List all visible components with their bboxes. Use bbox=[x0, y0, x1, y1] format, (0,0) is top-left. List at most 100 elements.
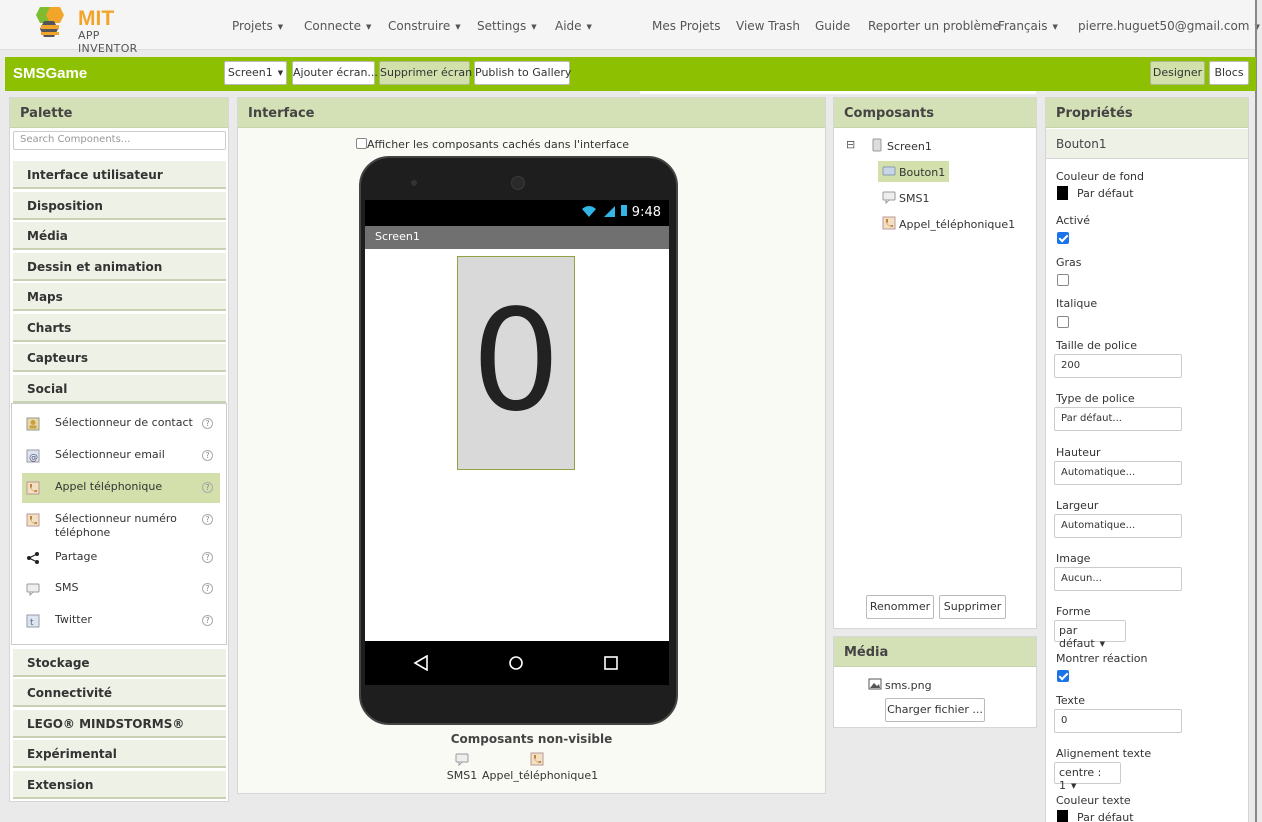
blocks-button[interactable]: Blocs bbox=[1209, 61, 1249, 85]
phone-call-icon bbox=[882, 216, 896, 230]
category-layout[interactable]: Disposition bbox=[13, 192, 226, 220]
prop-textcolor-picker[interactable]: Par défaut bbox=[1057, 810, 1207, 822]
help-icon[interactable]: ? bbox=[202, 514, 213, 525]
prop-enabled-checkbox[interactable] bbox=[1057, 232, 1069, 244]
prop-image-label: Image bbox=[1056, 552, 1091, 565]
category-lego-mindstorms[interactable]: LEGO® MINDSTORMS® bbox=[13, 710, 226, 738]
palette-item-email-picker[interactable]: @ Sélectionneur email ? bbox=[22, 441, 220, 471]
prop-image-input[interactable]: Aucun... bbox=[1054, 567, 1182, 591]
category-drawing-animation[interactable]: Dessin et animation bbox=[13, 253, 226, 281]
category-extension[interactable]: Extension bbox=[13, 771, 226, 799]
delete-button[interactable]: Supprimer bbox=[939, 595, 1006, 619]
tree-item-label: Bouton1 bbox=[899, 166, 946, 179]
publish-gallery-button[interactable]: Publish to Gallery bbox=[474, 61, 571, 85]
menu-projets[interactable]: Projets ▼ bbox=[232, 19, 283, 33]
prop-width-input[interactable]: Automatique... bbox=[1054, 514, 1182, 538]
screen-select-dropdown[interactable]: Screen1 ▼ bbox=[224, 61, 287, 85]
palette-item-contact-picker[interactable]: Sélectionneur de contact ? bbox=[22, 409, 220, 439]
prop-height-input[interactable]: Automatique... bbox=[1054, 461, 1182, 485]
prop-align-select[interactable]: centre : 1 ▼ bbox=[1054, 762, 1121, 792]
category-social[interactable]: Social bbox=[13, 375, 226, 403]
collapse-tree-icon[interactable]: ⊟ bbox=[846, 138, 855, 151]
remove-screen-button[interactable]: Supprimer écran bbox=[379, 61, 472, 85]
viewer-title: Interface bbox=[238, 98, 825, 128]
category-maps[interactable]: Maps bbox=[13, 283, 226, 311]
status-bar: 9:48 bbox=[365, 200, 669, 226]
tree-item-phonecall1[interactable]: Appel_téléphonique1 bbox=[882, 216, 1015, 231]
menu-label: Settings bbox=[477, 19, 527, 33]
link-view-trash[interactable]: View Trash bbox=[736, 19, 800, 33]
project-name: SMSGame bbox=[13, 65, 88, 82]
social-components-list: Sélectionneur de contact ? @ Sélectionne… bbox=[11, 403, 227, 645]
help-icon[interactable]: ? bbox=[202, 450, 213, 461]
nonvisible-sms1[interactable]: SMS1 bbox=[442, 752, 482, 782]
palette-item-sharing[interactable]: Partage ? bbox=[22, 543, 220, 573]
back-icon[interactable] bbox=[413, 655, 429, 671]
properties-panel: Propriétés Bouton1 Couleur de fond Par d… bbox=[1045, 97, 1249, 822]
category-connectivity[interactable]: Connectivité bbox=[13, 679, 226, 707]
prop-align-label: Alignement texte bbox=[1056, 747, 1152, 760]
prop-bgcolor-picker[interactable]: Par défaut bbox=[1057, 186, 1207, 202]
prop-textcolor-value: Par défaut bbox=[1077, 811, 1134, 822]
prop-fontsize-input[interactable]: 200 bbox=[1054, 354, 1182, 378]
prop-fonttype-input[interactable]: Par défaut... bbox=[1054, 407, 1182, 431]
link-mes-projets[interactable]: Mes Projets bbox=[652, 19, 721, 33]
tree-item-sms1[interactable]: SMS1 bbox=[882, 190, 929, 205]
recents-icon[interactable] bbox=[603, 655, 619, 671]
home-icon[interactable] bbox=[508, 655, 524, 671]
palette-item-twitter[interactable]: t Twitter ? bbox=[22, 606, 220, 636]
palette-item-sms[interactable]: SMS ? bbox=[22, 574, 220, 604]
nonvisible-phonecall1[interactable]: Appel_téléphonique1 bbox=[482, 752, 598, 782]
menu-construire[interactable]: Construire ▼ bbox=[388, 19, 461, 33]
category-media[interactable]: Média bbox=[13, 222, 226, 250]
upload-file-button[interactable]: Charger fichier ... bbox=[885, 698, 985, 722]
search-components-input[interactable]: Search Components... bbox=[13, 131, 226, 150]
menu-settings[interactable]: Settings ▼ bbox=[477, 19, 537, 33]
category-charts[interactable]: Charts bbox=[13, 314, 226, 342]
prop-align-value: centre : 1 bbox=[1059, 766, 1102, 792]
link-report-problem[interactable]: Reporter un problème bbox=[868, 19, 1000, 33]
prop-bgcolor-value: Par défaut bbox=[1077, 187, 1134, 200]
language-menu[interactable]: Français ▼ bbox=[998, 19, 1058, 33]
prop-shape-select[interactable]: par défaut ▼ bbox=[1054, 620, 1126, 650]
tree-item-bouton1[interactable]: Bouton1 bbox=[878, 161, 950, 182]
tree-item-label: Screen1 bbox=[887, 140, 932, 153]
caret-down-icon: ▼ bbox=[277, 69, 284, 77]
prop-italic-checkbox[interactable] bbox=[1057, 316, 1069, 328]
help-icon[interactable]: ? bbox=[202, 552, 213, 563]
prop-feedback-checkbox[interactable] bbox=[1057, 670, 1069, 682]
caret-down-icon: ▼ bbox=[366, 23, 372, 31]
prop-text-input[interactable]: 0 bbox=[1054, 709, 1182, 733]
android-nav-bar bbox=[365, 641, 669, 685]
add-screen-button[interactable]: Ajouter écran... bbox=[292, 61, 378, 85]
help-icon[interactable]: ? bbox=[202, 418, 213, 429]
category-user-interface[interactable]: Interface utilisateur bbox=[13, 161, 226, 189]
phone-call-icon bbox=[530, 752, 544, 766]
rename-button[interactable]: Renommer bbox=[866, 595, 934, 619]
media-title: Média bbox=[834, 637, 1036, 667]
prop-feedback-label: Montrer réaction bbox=[1056, 652, 1148, 665]
help-icon[interactable]: ? bbox=[202, 482, 213, 493]
tree-item-screen1[interactable]: Screen1 bbox=[870, 138, 932, 153]
show-hidden-checkbox[interactable] bbox=[356, 138, 367, 149]
user-account-menu[interactable]: pierre.huguet50@gmail.com ▼ bbox=[1078, 19, 1260, 33]
category-storage[interactable]: Stockage bbox=[13, 649, 226, 677]
help-icon[interactable]: ? bbox=[202, 583, 213, 594]
menu-aide[interactable]: Aide ▼ bbox=[555, 19, 592, 33]
bouton1-preview[interactable]: 0 bbox=[457, 256, 575, 470]
category-experimental[interactable]: Expérimental bbox=[13, 740, 226, 768]
media-panel: Média sms.png Charger fichier ... bbox=[833, 636, 1037, 728]
prop-bold-checkbox[interactable] bbox=[1057, 274, 1069, 286]
menu-connecte[interactable]: Connecte ▼ bbox=[304, 19, 371, 33]
mit-app-inventor-logo[interactable]: MIT APP INVENTOR bbox=[32, 5, 162, 55]
help-icon[interactable]: ? bbox=[202, 615, 213, 626]
link-guide[interactable]: Guide bbox=[815, 19, 850, 33]
user-email: pierre.huguet50@gmail.com bbox=[1078, 19, 1250, 33]
palette-item-phone-call[interactable]: Appel téléphonique ? bbox=[22, 473, 220, 503]
wifi-icon bbox=[582, 206, 597, 217]
show-hidden-toggle[interactable]: Afficher les composants cachés dans l'in… bbox=[356, 138, 629, 151]
designer-button[interactable]: Designer bbox=[1150, 61, 1205, 85]
palette-item-phone-number-picker[interactable]: Sélectionneur numéro téléphone ? bbox=[22, 505, 220, 541]
category-sensors[interactable]: Capteurs bbox=[13, 344, 226, 372]
media-file-sms-png[interactable]: sms.png bbox=[868, 677, 932, 692]
